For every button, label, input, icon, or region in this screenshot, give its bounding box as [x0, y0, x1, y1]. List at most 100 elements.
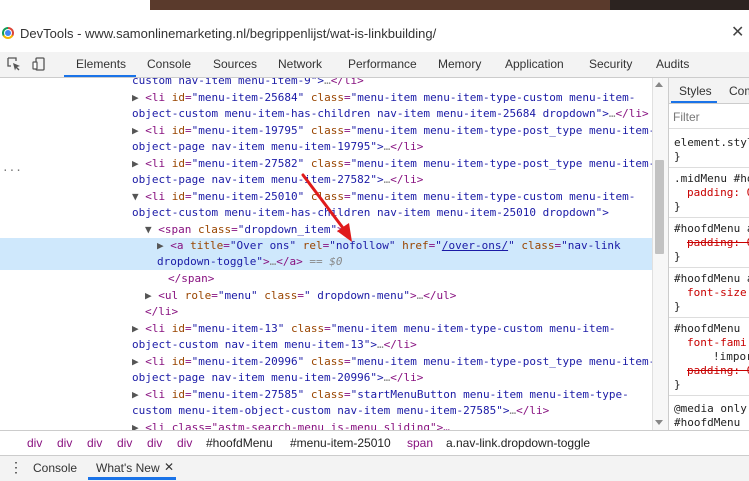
- styles-panel: Styles Com Filter element.styl } .midMen…: [668, 78, 749, 430]
- dom-line: dropdown-toggle">…</a> == $0: [157, 255, 343, 268]
- dom-scrollbar[interactable]: [652, 78, 668, 430]
- style-rule-end: }: [674, 200, 681, 213]
- chrome-icon: [2, 27, 14, 39]
- dom-line: object-page nav-item menu-item-20996">…<…: [132, 371, 424, 384]
- expand-triangle-icon[interactable]: ▶: [132, 124, 139, 137]
- expand-triangle-icon[interactable]: ▶: [145, 289, 152, 302]
- style-selector: #hoofdMenu: [674, 322, 741, 335]
- expand-triangle-icon[interactable]: ▶: [132, 388, 139, 401]
- breadcrumb: div div div div div div #hoofdMenu #menu…: [0, 430, 749, 455]
- style-selector: element.styl: [674, 136, 749, 149]
- style-rule-end: }: [674, 150, 681, 163]
- style-property-overridden[interactable]: padding: 0: [687, 236, 749, 250]
- style-property[interactable]: padding: 0: [687, 186, 749, 200]
- active-tab-indicator: [64, 75, 136, 77]
- dom-node-menu-item-27582[interactable]: ▶ <li id="menu-item-27582" class="menu-i…: [132, 156, 652, 172]
- expand-triangle-icon[interactable]: ▶: [132, 421, 139, 430]
- dom-node-astm-search[interactable]: ▶ <li class="astm-search-menu is-menu sl…: [132, 420, 450, 430]
- breadcrumb-item[interactable]: #menu-item-25010: [290, 436, 391, 450]
- tab-computed[interactable]: Com: [729, 84, 749, 98]
- dom-node-a-nav-link[interactable]: ▶ <a title="Over ons" rel="nofollow" hre…: [157, 238, 621, 254]
- breadcrumb-item[interactable]: div: [147, 436, 162, 450]
- expand-triangle-icon[interactable]: ▶: [132, 322, 139, 335]
- style-selector: #hoofdMenu a: [674, 272, 749, 285]
- dom-node-ul-dropdown-menu[interactable]: ▶ <ul role="menu" class=" dropdown-menu"…: [145, 288, 456, 304]
- dom-node-span-dropdown-item[interactable]: ▼ <span class="dropdown_item">: [145, 222, 344, 238]
- dom-line: custom menu-item-object-custom nav-item …: [132, 404, 550, 417]
- breadcrumb-item-active[interactable]: a.nav-link.dropdown-toggle: [446, 436, 590, 450]
- dom-tree-panel[interactable]: custom nav-item menu-item-9">…</li> ▶ <l…: [0, 78, 652, 430]
- active-tab-indicator: [671, 101, 717, 103]
- collapse-triangle-icon[interactable]: ▼: [145, 223, 152, 236]
- close-icon[interactable]: ✕: [731, 22, 744, 41]
- expand-triangle-icon[interactable]: ▶: [132, 355, 139, 368]
- style-property-overridden[interactable]: padding: 0: [687, 364, 749, 378]
- dom-line: object-custom menu-item-has-children nav…: [132, 206, 609, 219]
- tab-sources[interactable]: Sources: [213, 57, 257, 71]
- scroll-up-arrow-icon[interactable]: [655, 82, 663, 87]
- style-selector: @media only: [674, 402, 747, 415]
- style-property[interactable]: font-size: [687, 286, 747, 300]
- tab-performance[interactable]: Performance: [348, 57, 417, 71]
- divider: [669, 267, 749, 268]
- background-photo-strip: [150, 0, 610, 10]
- window-title: DevTools - www.samonlinemarketing.nl/beg…: [20, 26, 437, 41]
- dom-line: </li>: [145, 305, 179, 318]
- drawer-tab-console[interactable]: Console: [33, 461, 77, 475]
- style-rule-end: }: [674, 378, 681, 391]
- tab-network[interactable]: Network: [278, 57, 322, 71]
- divider: [669, 217, 749, 218]
- dom-line: custom nav-item menu-item-9">…</li>: [132, 78, 364, 87]
- divider: [669, 395, 749, 396]
- dom-line: </span>: [168, 272, 215, 285]
- href-link[interactable]: /over-ons/: [442, 239, 508, 252]
- collapse-triangle-icon[interactable]: ▼: [132, 190, 139, 203]
- node-actions-ellipsis[interactable]: ...: [2, 161, 22, 174]
- tab-memory[interactable]: Memory: [438, 57, 481, 71]
- divider: [669, 317, 749, 318]
- tab-elements[interactable]: Elements: [76, 57, 126, 71]
- style-property-value: !impor: [713, 350, 749, 363]
- tab-console[interactable]: Console: [147, 57, 191, 71]
- dom-node-menu-item-20996[interactable]: ▶ <li id="menu-item-20996" class="menu-i…: [132, 354, 652, 370]
- tab-styles[interactable]: Styles: [679, 84, 712, 98]
- expand-triangle-icon[interactable]: ▶: [132, 91, 139, 104]
- style-rule-end: }: [674, 300, 681, 313]
- breadcrumb-item[interactable]: div: [87, 436, 102, 450]
- dom-node-menu-item-25684[interactable]: ▶ <li id="menu-item-25684" class="menu-i…: [132, 90, 635, 106]
- close-icon[interactable]: ✕: [164, 460, 174, 474]
- inspect-element-icon[interactable]: [7, 57, 21, 71]
- breadcrumb-item[interactable]: div: [57, 436, 72, 450]
- tab-security[interactable]: Security: [589, 57, 632, 71]
- dom-node-menu-item-25010[interactable]: ▼ <li id="menu-item-25010" class="menu-i…: [132, 189, 635, 205]
- style-selector: .midMenu #ho: [674, 172, 749, 185]
- dom-node-menu-item-19795[interactable]: ▶ <li id="menu-item-19795" class="menu-i…: [132, 123, 652, 139]
- expand-triangle-icon[interactable]: ▶: [132, 157, 139, 170]
- breadcrumb-item[interactable]: #hoofdMenu: [206, 436, 273, 450]
- dom-node-menu-item-27585[interactable]: ▶ <li id="menu-item-27585" class="startM…: [132, 387, 629, 403]
- dom-line: object-custom menu-item-has-children nav…: [132, 107, 649, 120]
- style-property[interactable]: font-fami: [687, 336, 747, 350]
- dom-line: object-page nav-item menu-item-27582">…<…: [132, 173, 424, 186]
- divider: [669, 128, 749, 129]
- style-selector: #hoofdMenu: [674, 416, 741, 429]
- scrollbar-thumb[interactable]: [655, 160, 664, 254]
- scroll-down-arrow-icon[interactable]: [655, 420, 663, 425]
- dom-line: object-page nav-item menu-item-19795">…<…: [132, 140, 424, 153]
- drawer-tab-whats-new[interactable]: What's New: [96, 461, 160, 475]
- drawer-menu-icon[interactable]: ⋮: [9, 459, 23, 476]
- breadcrumb-item[interactable]: div: [177, 436, 192, 450]
- styles-filter-input[interactable]: Filter: [673, 110, 700, 124]
- background-photo-strip: [610, 0, 749, 10]
- style-rule-end: }: [674, 250, 681, 263]
- expand-triangle-icon[interactable]: ▶: [157, 239, 164, 252]
- tab-application[interactable]: Application: [505, 57, 564, 71]
- breadcrumb-item[interactable]: div: [117, 436, 132, 450]
- selected-node-marker: == $0: [309, 255, 343, 268]
- styles-tabbar: Styles Com: [669, 78, 749, 104]
- device-toolbar-icon[interactable]: [32, 57, 46, 71]
- breadcrumb-item[interactable]: span: [407, 436, 433, 450]
- tab-audits[interactable]: Audits: [656, 57, 689, 71]
- breadcrumb-item[interactable]: div: [27, 436, 42, 450]
- dom-node-menu-item-13[interactable]: ▶ <li id="menu-item-13" class="menu-item…: [132, 321, 616, 337]
